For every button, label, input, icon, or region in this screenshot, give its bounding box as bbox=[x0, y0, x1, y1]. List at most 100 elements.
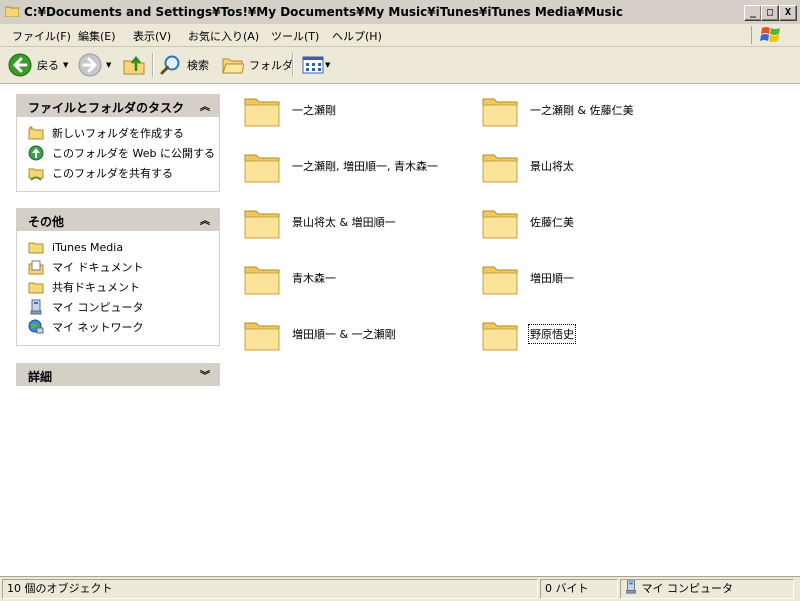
folder-icon bbox=[482, 210, 518, 239]
window-title: C:¥Documents and Settings¥Tos!¥My Docume… bbox=[24, 5, 623, 19]
forward-button[interactable]: ▼ bbox=[78, 51, 111, 79]
new-folder-icon bbox=[28, 126, 44, 140]
other-label: 共有ドキュメント bbox=[52, 281, 140, 294]
folder-name: 一之瀬剛, 増田順一, 青木森一 bbox=[292, 160, 438, 173]
share-folder-icon bbox=[28, 168, 44, 181]
task-label: このフォルダを Web に公開する bbox=[52, 147, 215, 160]
folder-item[interactable]: 青木森一 bbox=[242, 256, 462, 300]
folder-name: 佐藤仁美 bbox=[530, 216, 574, 229]
menu-edit[interactable]: 編集(E) bbox=[78, 28, 116, 44]
back-label: 戻る bbox=[37, 59, 59, 72]
folder-name: 一之瀬剛 bbox=[292, 104, 336, 117]
up-folder-button[interactable] bbox=[122, 51, 146, 79]
my-computer-icon bbox=[30, 299, 42, 315]
folder-item[interactable]: 野原悟史 bbox=[480, 312, 700, 356]
folder-name: 青木森一 bbox=[292, 272, 336, 285]
back-dropdown-arrow-icon[interactable]: ▼ bbox=[63, 61, 68, 69]
details-panel: 詳細 ︾ bbox=[16, 363, 220, 386]
panel-title: 詳細 bbox=[28, 370, 53, 384]
other-label: マイ コンピュータ bbox=[52, 301, 144, 314]
folders-button[interactable]: フォルダ bbox=[222, 51, 293, 79]
other-my-documents[interactable]: マイ ドキュメント bbox=[17, 257, 219, 277]
status-object-count: 10 個のオブジェクト bbox=[2, 579, 538, 599]
other-itunes-media[interactable]: iTunes Media bbox=[17, 237, 219, 257]
views-button[interactable]: ▼ bbox=[302, 51, 330, 79]
status-size: 0 バイト bbox=[540, 579, 618, 599]
folder-icon bbox=[28, 242, 44, 254]
menu-help[interactable]: ヘルプ(H) bbox=[332, 28, 382, 44]
other-my-computer[interactable]: マイ コンピュータ bbox=[17, 297, 219, 317]
folder-icon bbox=[482, 266, 518, 295]
folder-name: 野原悟史 bbox=[528, 324, 576, 344]
file-folder-tasks-header[interactable]: ファイルとフォルダのタスク ︽ bbox=[16, 94, 220, 117]
other-label: マイ ドキュメント bbox=[52, 261, 144, 274]
other-label: iTunes Media bbox=[52, 240, 124, 254]
folder-icon bbox=[244, 210, 280, 239]
task-label: 新しいフォルダを作成する bbox=[52, 127, 184, 140]
publish-web-icon bbox=[28, 145, 44, 161]
search-icon bbox=[160, 55, 180, 75]
folder-icon bbox=[244, 154, 280, 183]
menu-tools[interactable]: ツール(T) bbox=[271, 28, 319, 44]
folder-item[interactable]: 一之瀬剛 & 佐藤仁美 bbox=[480, 88, 700, 132]
menu-favorites[interactable]: お気に入り(A) bbox=[188, 28, 259, 44]
menu-file[interactable]: ファイル(F) bbox=[12, 28, 71, 44]
toolbar-separator bbox=[292, 53, 294, 77]
status-location: マイ コンピュータ bbox=[620, 579, 794, 599]
folder-icon bbox=[244, 322, 280, 351]
expand-chevron-icon[interactable]: ︾ bbox=[200, 367, 210, 382]
folder-item[interactable]: 佐藤仁美 bbox=[480, 200, 700, 244]
other-places-header[interactable]: その他 ︽ bbox=[16, 208, 220, 231]
task-pane: ファイルとフォルダのタスク ︽ 新しいフォルダを作成する このフォルダを Web… bbox=[0, 84, 230, 576]
task-publish-web[interactable]: このフォルダを Web に公開する bbox=[17, 143, 219, 163]
panel-title: ファイルとフォルダのタスク bbox=[28, 101, 185, 115]
file-folder-tasks-panel: ファイルとフォルダのタスク ︽ 新しいフォルダを作成する このフォルダを Web… bbox=[16, 94, 220, 192]
toolbar-separator bbox=[152, 53, 154, 77]
search-button[interactable]: 検索 bbox=[160, 51, 209, 79]
menu-view[interactable]: 表示(V) bbox=[133, 28, 171, 44]
folder-item[interactable]: 一之瀬剛 bbox=[242, 88, 462, 132]
my-documents-icon bbox=[28, 260, 44, 275]
views-icon bbox=[302, 56, 324, 74]
other-label: マイ ネットワーク bbox=[52, 321, 144, 334]
folder-icon bbox=[482, 154, 518, 183]
folder-name: 増田順一 & 一之瀬剛 bbox=[292, 328, 396, 341]
folder-icon bbox=[482, 322, 518, 351]
menu-separator bbox=[751, 26, 752, 44]
folder-icon bbox=[5, 6, 19, 17]
panel-title: その他 bbox=[28, 215, 65, 229]
other-my-network[interactable]: マイ ネットワーク bbox=[17, 317, 219, 337]
my-network-icon bbox=[28, 319, 44, 334]
close-button[interactable]: X bbox=[779, 5, 797, 21]
folder-icon bbox=[244, 266, 280, 295]
folder-item[interactable]: 増田順一 & 一之瀬剛 bbox=[242, 312, 462, 356]
up-folder-icon bbox=[123, 55, 145, 75]
back-arrow-icon bbox=[8, 53, 32, 77]
toolbar: 戻る ▼ ▼ 検索 フォルダ ▼ bbox=[0, 47, 800, 84]
folder-item[interactable]: 一之瀬剛, 増田順一, 青木森一 bbox=[242, 144, 462, 188]
status-location-label: マイ コンピュータ bbox=[641, 582, 734, 595]
other-shared-documents[interactable]: 共有ドキュメント bbox=[17, 277, 219, 297]
folder-item[interactable]: 増田順一 bbox=[480, 256, 700, 300]
menu-bar: ファイル(F) 編集(E) 表示(V) お気に入り(A) ツール(T) ヘルプ(… bbox=[0, 24, 800, 47]
forward-dropdown-arrow-icon[interactable]: ▼ bbox=[106, 61, 111, 69]
back-button[interactable]: 戻る ▼ bbox=[8, 51, 68, 79]
details-header[interactable]: 詳細 ︾ bbox=[16, 363, 220, 386]
folder-name: 増田順一 bbox=[530, 272, 574, 285]
task-new-folder[interactable]: 新しいフォルダを作成する bbox=[17, 123, 219, 143]
folder-item[interactable]: 景山将太 & 増田順一 bbox=[242, 200, 462, 244]
folders-icon bbox=[222, 58, 244, 74]
collapse-chevron-icon[interactable]: ︽ bbox=[200, 98, 210, 113]
minimize-button[interactable]: _ bbox=[744, 5, 762, 21]
folder-name: 景山将太 & 増田順一 bbox=[292, 216, 396, 229]
search-label: 検索 bbox=[187, 59, 209, 72]
task-share-folder[interactable]: このフォルダを共有する bbox=[17, 163, 219, 183]
maximize-button[interactable]: □ bbox=[761, 5, 779, 21]
collapse-chevron-icon[interactable]: ︽ bbox=[200, 212, 210, 227]
folder-name: 一之瀬剛 & 佐藤仁美 bbox=[530, 104, 634, 117]
folder-name: 景山将太 bbox=[530, 160, 574, 173]
my-computer-icon bbox=[626, 580, 636, 594]
views-dropdown-arrow-icon[interactable]: ▼ bbox=[325, 61, 330, 69]
folder-item[interactable]: 景山将太 bbox=[480, 144, 700, 188]
status-bar: 10 個のオブジェクト 0 バイト マイ コンピュータ bbox=[0, 576, 800, 601]
